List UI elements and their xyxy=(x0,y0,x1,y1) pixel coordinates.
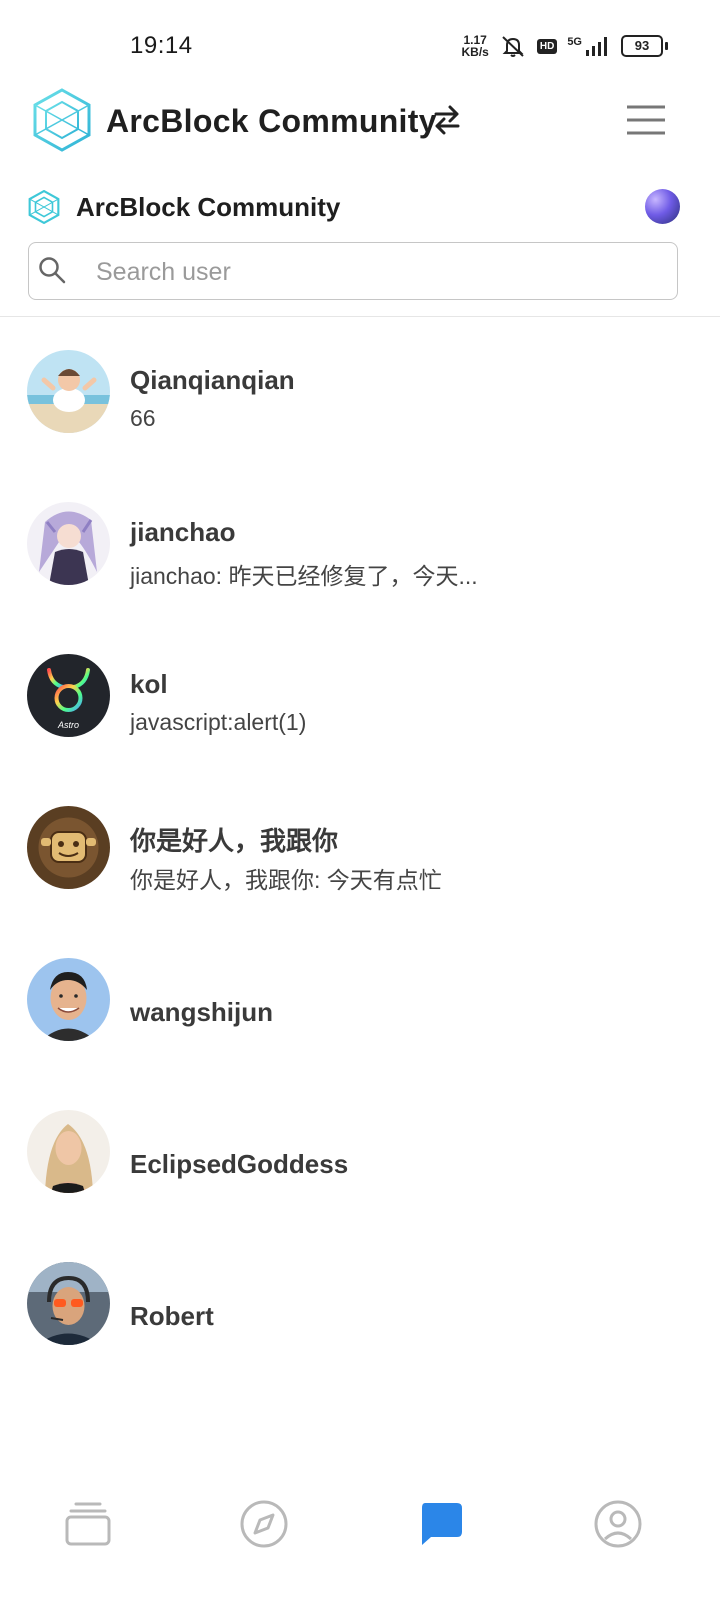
chat-name: jianchao xyxy=(130,517,236,547)
chat-name: Qianqianqian xyxy=(130,365,295,395)
compass-icon xyxy=(240,1500,288,1548)
nav-item-cards[interactable] xyxy=(60,1496,116,1552)
net-speed: 1.17 KB/s xyxy=(462,34,489,58)
avatar xyxy=(27,350,110,433)
hd-badge: HD xyxy=(536,38,558,54)
status-bar: 19:14 1.17 KB/s HD 5G 93 xyxy=(0,0,720,72)
nav-item-profile[interactable] xyxy=(590,1496,646,1552)
chat-list: Qianqianqian 66 jianchao jianchao: 昨天已经修… xyxy=(0,317,720,1381)
avatar-text: Astro xyxy=(57,720,79,730)
swap-icon[interactable] xyxy=(432,104,462,136)
search-input[interactable] xyxy=(94,252,658,292)
chat-preview: 66 xyxy=(130,405,156,431)
profile-icon xyxy=(594,1500,642,1548)
chat-item[interactable]: EclipsedGoddess xyxy=(0,1077,720,1229)
community-logo-icon xyxy=(28,190,60,224)
user-avatar[interactable] xyxy=(645,189,680,224)
avatar xyxy=(27,806,110,889)
battery-tip xyxy=(665,42,668,50)
chat-item[interactable]: wangshijun xyxy=(0,925,720,1077)
avatar: Astro xyxy=(27,654,110,737)
signal-indicator: 5G xyxy=(567,36,611,56)
net-speed-unit: KB/s xyxy=(461,45,489,59)
chat-name: wangshijun xyxy=(130,997,273,1027)
avatar xyxy=(27,958,110,1041)
search-icon xyxy=(39,257,66,284)
menu-icon[interactable] xyxy=(626,104,666,136)
cards-icon xyxy=(65,1502,111,1546)
chat-item[interactable]: Robert xyxy=(0,1229,720,1381)
chat-preview: javascript:alert(1) xyxy=(130,709,307,735)
chat-item[interactable]: Qianqianqian 66 xyxy=(0,317,720,469)
chat-icon xyxy=(422,1503,462,1545)
chat-name: kol xyxy=(130,669,168,699)
signal-icon xyxy=(586,37,607,56)
nav-item-chat[interactable] xyxy=(413,1496,469,1552)
avatar xyxy=(27,502,110,585)
network-label: 5G xyxy=(567,36,582,48)
battery-indicator: 93 xyxy=(621,35,668,57)
chat-name: EclipsedGoddess xyxy=(130,1149,349,1179)
status-time: 19:14 xyxy=(130,32,193,59)
avatar xyxy=(27,1262,110,1345)
chat-item[interactable]: Astro kol javascript:alert(1) xyxy=(0,621,720,773)
chat-item[interactable]: 你是好人，我跟你 你是好人，我跟你: 今天有点忙 xyxy=(0,773,720,925)
chat-item[interactable]: jianchao jianchao: 昨天已经修复了，今天... xyxy=(0,469,720,621)
chat-name: Robert xyxy=(130,1301,214,1331)
arcblock-logo-icon[interactable] xyxy=(32,88,92,152)
mute-icon xyxy=(502,36,524,57)
chat-preview: jianchao: 昨天已经修复了，今天... xyxy=(130,563,478,589)
nav-item-explore[interactable] xyxy=(236,1496,292,1552)
status-icons: 1.17 KB/s HD 5G 93 xyxy=(462,34,668,58)
chat-name: 你是好人，我跟你 xyxy=(130,826,339,856)
avatar xyxy=(27,1110,110,1193)
community-name: ArcBlock Community xyxy=(76,192,341,222)
app-title: ArcBlock Community xyxy=(106,103,437,139)
battery-level: 93 xyxy=(621,35,663,57)
chat-preview: 你是好人，我跟你: 今天有点忙 xyxy=(130,867,442,893)
